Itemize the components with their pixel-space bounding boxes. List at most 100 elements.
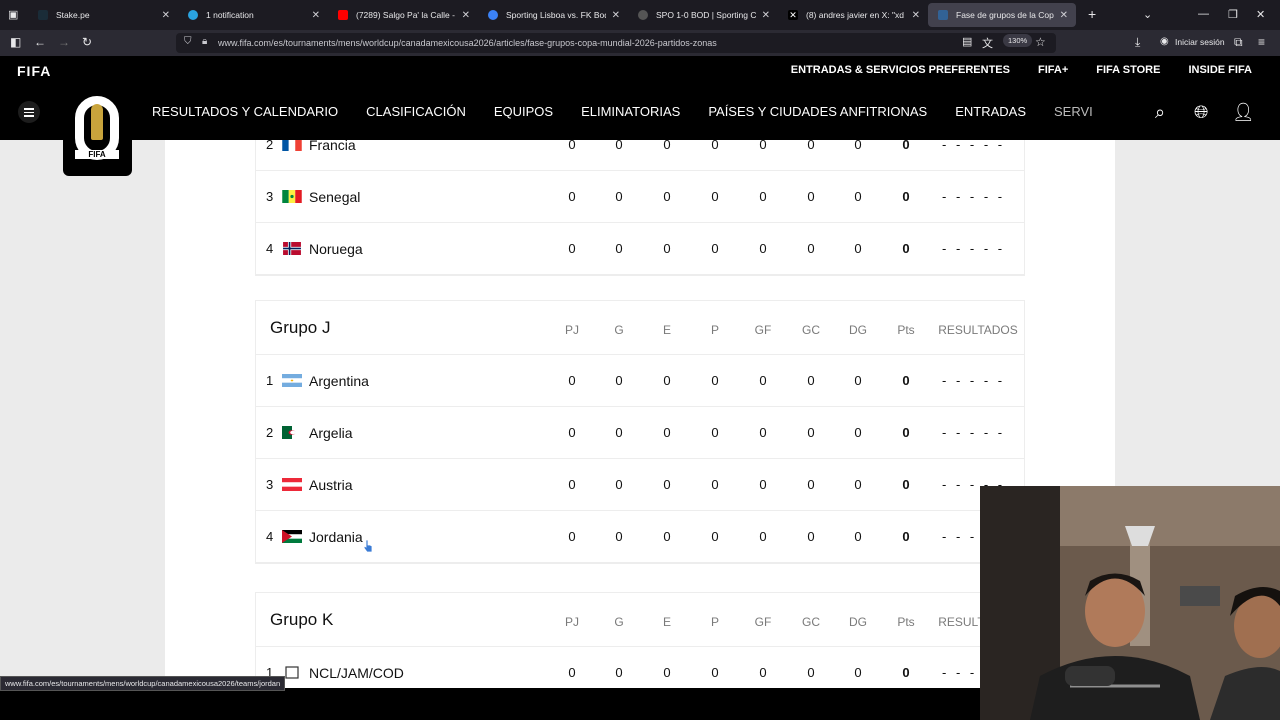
stat-e: 0 xyxy=(663,425,671,440)
lock-icon[interactable]: 🔒︎ xyxy=(202,36,207,47)
shield-icon[interactable]: ⛉ xyxy=(184,36,192,47)
nav-servicios[interactable]: SERVICIOS PREF xyxy=(1054,104,1092,119)
translate-icon[interactable]: 文 xyxy=(982,35,993,51)
sports-favicon-icon xyxy=(488,10,498,20)
team-name[interactable]: Austria xyxy=(309,477,353,493)
team-name[interactable]: Argentina xyxy=(309,373,369,389)
wc-logo-label: FIFA xyxy=(75,150,119,159)
browser-tab[interactable]: Stake.pe ✕ xyxy=(28,0,178,30)
browser-tab[interactable]: ✕ (8) andres javier en X: "xd https: ✕ xyxy=(778,0,928,30)
table-row[interactable]: 2 Argelia 0 0 0 0 0 0 0 0 - - - - - xyxy=(256,407,1024,459)
tab-list-chevron-icon[interactable]: ⌄ xyxy=(1143,8,1152,21)
search-icon[interactable]: ⌕ xyxy=(1155,102,1165,123)
france-flag-icon xyxy=(282,140,302,151)
col-gf: GF xyxy=(754,323,772,337)
close-tab-icon[interactable]: ✕ xyxy=(312,10,320,21)
col-pj: PJ xyxy=(564,615,579,629)
senegal-flag-icon xyxy=(282,190,302,203)
group-header: Grupo J PJ G E P GF GC DG Pts RESULTADOS xyxy=(256,301,1024,355)
team-name[interactable]: Noruega xyxy=(309,241,363,257)
toplink-entradas[interactable]: ENTRADAS & SERVICIOS PREFERENTES xyxy=(791,64,1010,76)
menu-icon[interactable]: ≡ xyxy=(1258,35,1265,49)
stat-g: 0 xyxy=(615,189,623,204)
browser-tab-active[interactable]: Fase de grupos de la Copa Mun ✕ xyxy=(928,3,1076,27)
table-row[interactable]: 4 Noruega 0 0 0 0 0 0 0 0 - - - - - xyxy=(256,223,1024,275)
nav-clasificacion[interactable]: CLASIFICACIÓN xyxy=(366,104,466,119)
nav-equipos[interactable]: EQUIPOS xyxy=(494,104,553,119)
team-name[interactable]: NCL/JAM/COD xyxy=(309,665,404,681)
table-row[interactable]: 3 Senegal 0 0 0 0 0 0 0 0 - - - - - xyxy=(256,171,1024,223)
reload-icon[interactable]: ↻ xyxy=(82,35,92,49)
team-name[interactable]: Jordania xyxy=(309,529,363,545)
signin-button[interactable]: Iniciar sesión xyxy=(1175,37,1225,47)
address-bar[interactable]: ⛉ 🔒︎ www.fifa.com/es/tournaments/mens/wo… xyxy=(176,33,1056,53)
team-position: 2 xyxy=(266,140,274,152)
browser-tab[interactable]: (7289) Salgo Pa' la Calle - YouTu ✕ xyxy=(328,0,478,30)
close-tab-icon[interactable]: ✕ xyxy=(1060,10,1068,21)
globe-icon[interactable]: 🌐︎ xyxy=(1194,102,1208,123)
team-name[interactable]: Argelia xyxy=(309,425,353,441)
stat-pj: 0 xyxy=(568,425,576,440)
minimize-icon[interactable]: — xyxy=(1198,8,1209,20)
stat-e: 0 xyxy=(663,529,671,544)
team-name[interactable]: Senegal xyxy=(309,189,360,205)
account-icon[interactable]: ◉ xyxy=(1160,36,1169,47)
worldcup-2026-logo[interactable]: FIFA xyxy=(63,90,132,176)
browser-tab[interactable]: SPO 1-0 BOD | Sporting CP vs B ✕ xyxy=(628,0,778,30)
toplink-inside-fifa[interactable]: INSIDE FIFA xyxy=(1188,64,1252,76)
table-row[interactable]: 3 Austria 0 0 0 0 0 0 0 0 - - - - - xyxy=(256,459,1024,511)
stat-e: 0 xyxy=(663,665,671,680)
new-tab-icon[interactable]: + xyxy=(1088,6,1096,22)
group-title: Grupo J xyxy=(270,318,331,337)
browser-tab[interactable]: 1 notification ✕ xyxy=(178,0,328,30)
close-tab-icon[interactable]: ✕ xyxy=(912,10,920,21)
hamburger-menu-icon[interactable] xyxy=(18,101,40,123)
telegram-favicon-icon xyxy=(188,10,198,20)
back-icon[interactable]: ← xyxy=(34,35,46,49)
stat-dg: 0 xyxy=(854,477,862,492)
extensions-icon[interactable]: ⧉ xyxy=(1234,35,1243,50)
stat-p: 0 xyxy=(711,529,719,544)
col-pj: PJ xyxy=(564,323,579,337)
table-row[interactable]: 2 Francia 0 0 0 0 0 0 0 0 - - - - - xyxy=(256,140,1024,171)
close-tab-icon[interactable]: ✕ xyxy=(162,10,170,21)
team-position: 1 xyxy=(266,373,274,388)
tab-overview-icon[interactable]: ▣ xyxy=(8,8,18,21)
toplink-fifa-store[interactable]: FIFA STORE xyxy=(1096,64,1160,76)
nav-entradas[interactable]: ENTRADAS xyxy=(955,104,1026,119)
table-row[interactable]: 1 NCL/JAM/COD 0 0 0 0 0 0 0 0 - - - - - xyxy=(256,647,1024,688)
close-tab-icon[interactable]: ✕ xyxy=(762,10,770,21)
col-dg: DG xyxy=(849,323,867,337)
user-icon[interactable]: 👤︎ xyxy=(1232,102,1255,123)
fifa-logo[interactable]: FIFA xyxy=(17,63,51,79)
tab-title: Sporting Lisboa vs. FK Bodø/Gli xyxy=(506,10,606,20)
forward-icon[interactable]: → xyxy=(58,35,70,49)
youtube-favicon-icon xyxy=(338,10,348,20)
stat-pj: 0 xyxy=(568,477,576,492)
reader-view-icon[interactable]: ▤ xyxy=(962,35,972,48)
nav-resultados[interactable]: RESULTADOS Y CALENDARIO xyxy=(152,104,338,119)
col-pts: Pts xyxy=(897,323,915,337)
stat-dg: 0 xyxy=(854,373,862,388)
close-tab-icon[interactable]: ✕ xyxy=(462,10,470,21)
downloads-icon[interactable]: ⤓ xyxy=(1135,35,1140,50)
close-tab-icon[interactable]: ✕ xyxy=(612,10,620,21)
stat-dg: 0 xyxy=(854,425,862,440)
stat-p: 0 xyxy=(711,477,719,492)
sidebar-icon[interactable]: ◧ xyxy=(10,35,21,49)
zoom-level[interactable]: 130% xyxy=(1003,34,1033,47)
team-name[interactable]: Francia xyxy=(309,140,356,153)
restore-icon[interactable]: ❐ xyxy=(1228,8,1238,21)
table-row[interactable]: 4 Jordania 0 0 0 0 0 0 0 0 - - - - - xyxy=(256,511,1024,563)
close-window-icon[interactable]: ✕ xyxy=(1256,8,1265,21)
nav-eliminatorias[interactable]: ELIMINATORIAS xyxy=(581,104,680,119)
stat-pts: 0 xyxy=(902,477,910,492)
nav-paises[interactable]: PAÍSES Y CIUDADES ANFITRIONAS xyxy=(708,104,927,119)
table-row[interactable]: 1 Argentina 0 0 0 0 0 0 0 0 - - - - - xyxy=(256,355,1024,407)
col-pts: Pts xyxy=(897,615,915,629)
toplink-fifa-plus[interactable]: FIFA+ xyxy=(1038,64,1068,76)
bookmark-star-icon[interactable]: ☆ xyxy=(1035,35,1046,49)
group-title: Grupo K xyxy=(270,610,334,629)
browser-tab[interactable]: Sporting Lisboa vs. FK Bodø/Gli ✕ xyxy=(478,0,628,30)
stat-g: 0 xyxy=(615,665,623,680)
